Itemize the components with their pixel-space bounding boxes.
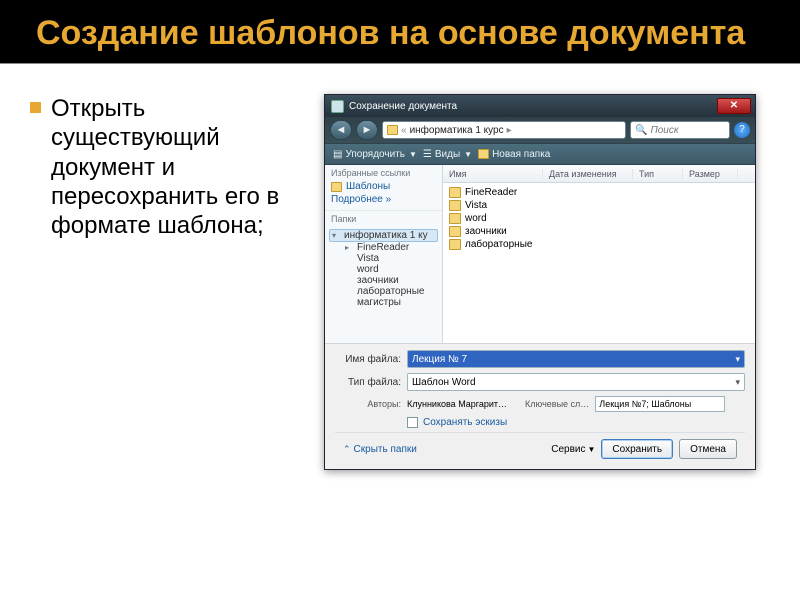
help-button[interactable]: ? <box>734 122 750 138</box>
tree-item[interactable]: word <box>329 264 438 275</box>
bullet-text: Открыть существующий документ и пересохр… <box>51 94 308 240</box>
list-item[interactable]: FineReader <box>449 186 749 199</box>
close-button[interactable]: ✕ <box>717 98 751 114</box>
chevron-down-icon: ▼ <box>587 445 595 454</box>
slide-title: Создание шаблонов на основе документа <box>36 14 764 53</box>
folder-icon <box>449 213 461 224</box>
folder-icon <box>449 200 461 211</box>
filename-label: Имя файла: <box>335 354 401 365</box>
back-button[interactable]: ◄ <box>330 120 352 140</box>
list-item[interactable]: word <box>449 212 749 225</box>
views-icon: ☰ <box>423 149 432 160</box>
slide-body: Открыть существующий документ и пересохр… <box>0 64 800 470</box>
folder-icon <box>449 187 461 198</box>
tree-root[interactable]: ▾ информатика 1 ку <box>329 229 438 242</box>
save-panel: Имя файла: Лекция № 7 ▾ Тип файла: Шабло… <box>325 343 755 469</box>
search-icon: 🔍 <box>635 125 647 136</box>
folders-header[interactable]: Папки <box>325 211 442 224</box>
chevron-down-icon: ▼ <box>464 150 472 159</box>
nav-templates[interactable]: Шаблоны <box>331 180 436 193</box>
save-thumbs-checkbox[interactable] <box>407 417 418 428</box>
dialog-footer: ⌃ Скрыть папки Сервис ▼ Сохранить Отмена <box>335 432 745 465</box>
search-input[interactable]: 🔍 Поиск <box>630 121 730 139</box>
chevron-down-icon[interactable]: ▾ <box>735 354 740 365</box>
cancel-button[interactable]: Отмена <box>679 439 737 459</box>
nav-bar: ◄ ► « информатика 1 курс ▸ 🔍 Поиск ? <box>325 117 755 143</box>
save-thumbs-label[interactable]: Сохранять эскизы <box>423 417 507 428</box>
organize-icon: ▤ <box>333 149 342 160</box>
views-button[interactable]: ☰ Виды ▼ <box>423 149 472 160</box>
folder-icon <box>449 226 461 237</box>
folder-icon <box>478 149 489 159</box>
filetype-select[interactable]: Шаблон Word ▾ <box>407 373 745 391</box>
address-bar[interactable]: « информатика 1 курс ▸ <box>382 121 626 139</box>
filename-input[interactable]: Лекция № 7 ▾ <box>407 350 745 368</box>
folder-icon <box>331 182 342 192</box>
authors-value[interactable]: Клунникова Маргарит… <box>407 399 507 409</box>
col-date[interactable]: Дата изменения <box>543 169 633 179</box>
folder-icon <box>387 125 398 135</box>
hide-folders-link[interactable]: ⌃ Скрыть папки <box>343 444 417 455</box>
list-item[interactable]: Vista <box>449 199 749 212</box>
tree-item[interactable]: магистры <box>329 297 438 308</box>
list-item[interactable]: заочники <box>449 225 749 238</box>
slide-header: Создание шаблонов на основе документа <box>0 0 800 63</box>
authors-label: Авторы: <box>335 399 401 409</box>
bullet-list: Открыть существующий документ и пересохр… <box>30 94 308 470</box>
file-list: FineReader Vista word заочники лаборатор… <box>443 183 755 254</box>
save-dialog: Сохранение документа ✕ ◄ ► « информатика… <box>324 94 756 470</box>
content-pane: Имя Дата изменения Тип Размер FineReader… <box>443 165 755 343</box>
col-size[interactable]: Размер <box>683 169 738 179</box>
search-placeholder: Поиск <box>650 125 678 136</box>
breadcrumb-item[interactable]: информатика 1 курс <box>410 125 504 136</box>
breadcrumb-root: « <box>401 125 407 136</box>
keywords-input[interactable]: Лекция №7; Шаблоны <box>595 396 725 412</box>
service-button[interactable]: Сервис ▼ <box>551 444 595 455</box>
fav-links-header: Избранные ссылки <box>331 168 436 178</box>
folder-icon <box>449 239 461 250</box>
tree-item[interactable]: ▸FineReader <box>329 242 438 253</box>
dialog-title: Сохранение документа <box>349 101 717 112</box>
folder-tree: ▾ информатика 1 ку ▸FineReader Vista wor… <box>325 226 442 311</box>
chevron-up-icon: ⌃ <box>343 444 351 455</box>
explorer-area: Избранные ссылки Шаблоны Подробнее » Пап… <box>325 165 755 343</box>
nav-more[interactable]: Подробнее » <box>331 193 436 206</box>
tree-item[interactable]: лабораторные <box>329 286 438 297</box>
column-headers: Имя Дата изменения Тип Размер <box>443 165 755 183</box>
tree-item[interactable]: Vista <box>329 253 438 264</box>
new-folder-button[interactable]: Новая папка <box>478 149 550 160</box>
col-name[interactable]: Имя <box>443 169 543 179</box>
nav-pane: Избранные ссылки Шаблоны Подробнее » Пап… <box>325 165 443 343</box>
chevron-down-icon[interactable]: ▾ <box>735 377 740 388</box>
bullet-icon <box>30 102 41 113</box>
tree-item[interactable]: заочники <box>329 275 438 286</box>
save-button[interactable]: Сохранить <box>601 439 673 459</box>
keywords-label: Ключевые сл… <box>525 399 589 409</box>
titlebar[interactable]: Сохранение документа ✕ <box>325 95 755 117</box>
chevron-right-icon: ▸ <box>507 125 512 136</box>
organize-button[interactable]: ▤ Упорядочить ▼ <box>333 149 417 160</box>
list-item[interactable]: лабораторные <box>449 238 749 251</box>
col-type[interactable]: Тип <box>633 169 683 179</box>
expand-icon[interactable]: ▾ <box>330 231 338 240</box>
app-icon <box>331 100 344 113</box>
bullet-item: Открыть существующий документ и пересохр… <box>30 94 308 240</box>
forward-button[interactable]: ► <box>356 120 378 140</box>
chevron-down-icon: ▼ <box>409 150 417 159</box>
toolbar: ▤ Упорядочить ▼ ☰ Виды ▼ Новая папка <box>325 143 755 165</box>
filetype-label: Тип файла: <box>335 377 401 388</box>
